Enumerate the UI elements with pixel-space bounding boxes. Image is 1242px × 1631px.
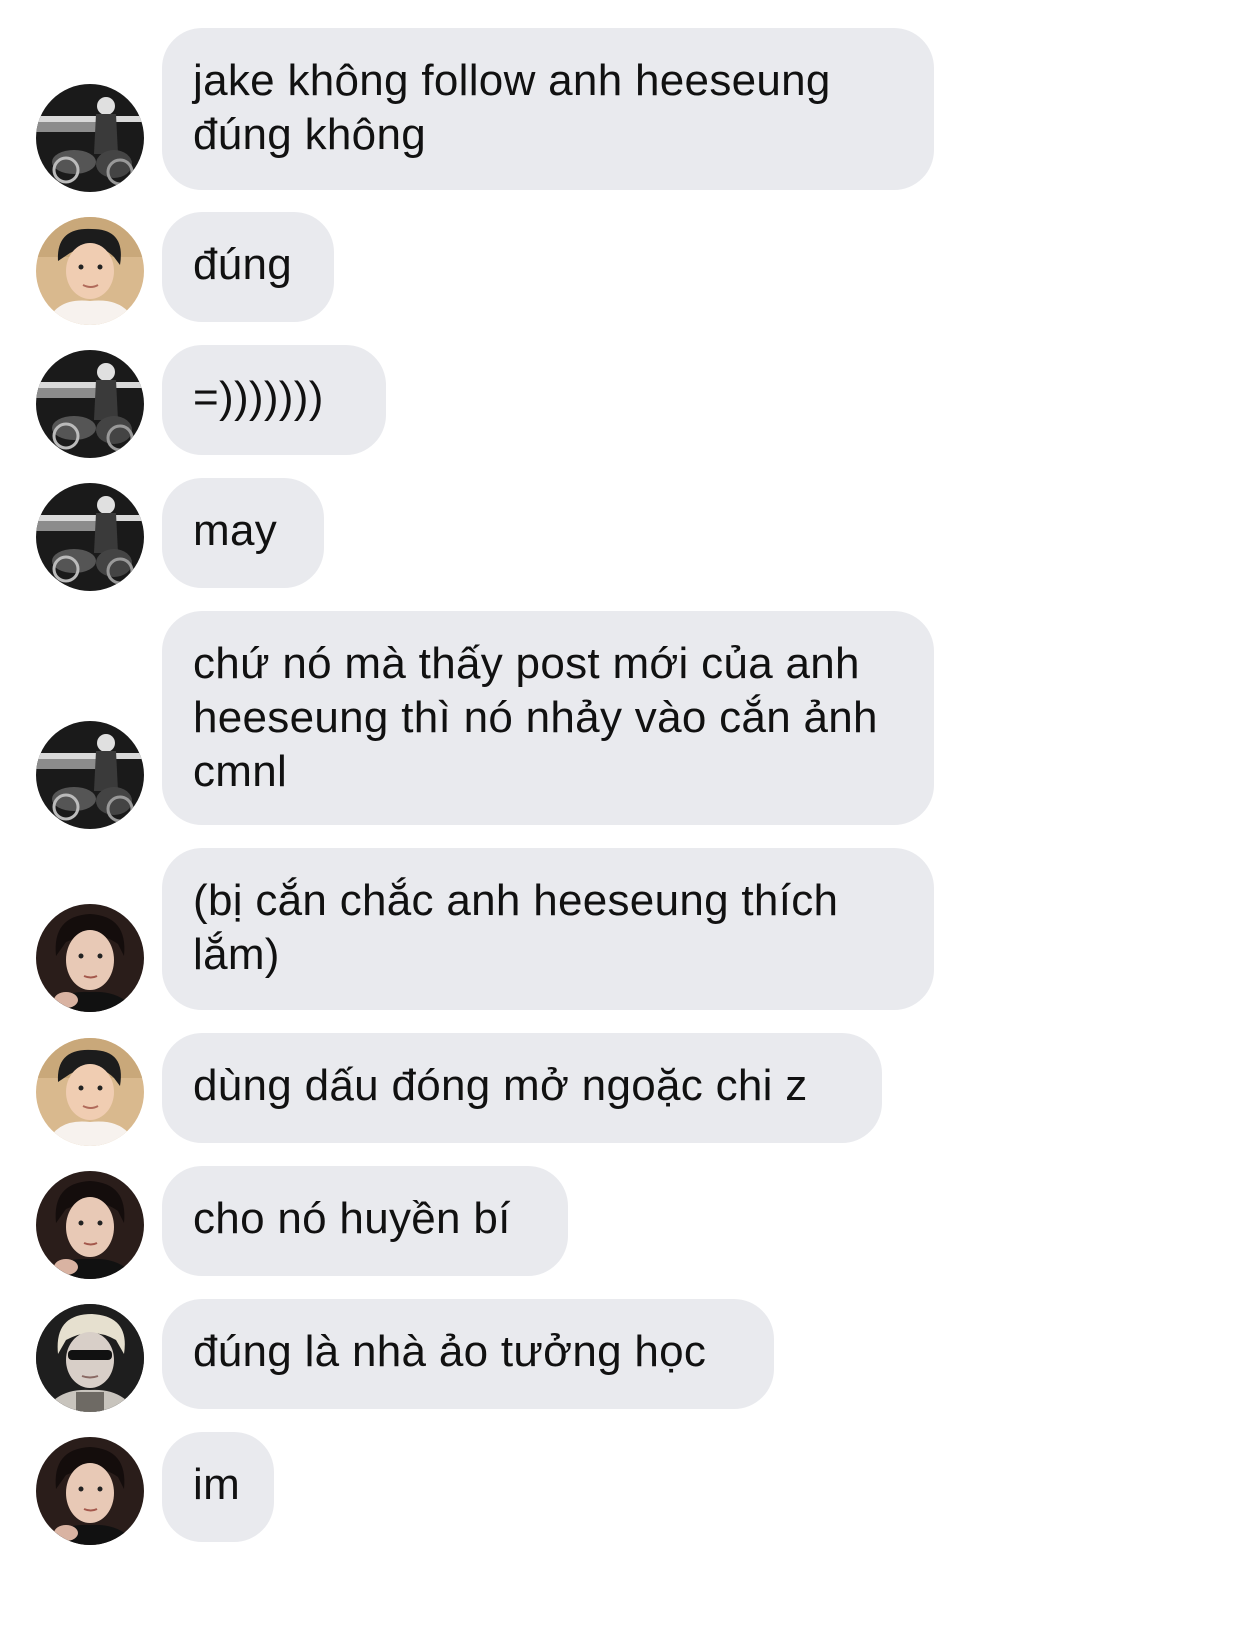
message-row: dùng dấu đóng mở ngoặc chi z [0, 1033, 1242, 1146]
avatar[interactable] [36, 217, 144, 325]
message-bubble[interactable]: jake không follow anh heeseung đúng khôn… [162, 28, 934, 190]
message-row: chứ nó mà thấy post mới của anh heeseung… [0, 611, 1242, 829]
avatar[interactable] [36, 84, 144, 192]
message-bubble[interactable]: đúng [162, 212, 334, 322]
avatar[interactable] [36, 483, 144, 591]
avatar-dark-portrait-icon [36, 904, 144, 1012]
avatar-bw-motorcycle-icon [36, 350, 144, 458]
message-bubble[interactable]: im [162, 1432, 274, 1542]
avatar-blond-sunglasses-icon [36, 1304, 144, 1412]
message-row: đúng là nhà ảo tưởng học [0, 1299, 1242, 1412]
message-row: (bị cắn chắc anh heeseung thích lắm) [0, 848, 1242, 1012]
message-bubble[interactable]: cho nó huyền bí [162, 1166, 568, 1276]
message-row: im [0, 1432, 1242, 1545]
message-bubble[interactable]: dùng dấu đóng mở ngoặc chi z [162, 1033, 882, 1143]
avatar[interactable] [36, 721, 144, 829]
message-row: may [0, 478, 1242, 591]
avatar-bw-motorcycle-icon [36, 483, 144, 591]
avatar[interactable] [36, 350, 144, 458]
message-bubble[interactable]: đúng là nhà ảo tưởng học [162, 1299, 774, 1409]
message-bubble[interactable]: may [162, 478, 324, 588]
avatar[interactable] [36, 904, 144, 1012]
message-row: jake không follow anh heeseung đúng khôn… [0, 28, 1242, 192]
avatar-dark-portrait-icon [36, 1171, 144, 1279]
avatar[interactable] [36, 1304, 144, 1412]
avatar[interactable] [36, 1437, 144, 1545]
message-row: đúng [0, 212, 1242, 325]
avatar-beach-boy-icon [36, 1038, 144, 1146]
message-bubble[interactable]: =))))))) [162, 345, 386, 455]
avatar-bw-motorcycle-icon [36, 84, 144, 192]
avatar[interactable] [36, 1038, 144, 1146]
avatar-beach-boy-icon [36, 217, 144, 325]
message-row: cho nó huyền bí [0, 1166, 1242, 1279]
avatar-dark-portrait-icon [36, 1437, 144, 1545]
message-bubble[interactable]: (bị cắn chắc anh heeseung thích lắm) [162, 848, 934, 1010]
avatar[interactable] [36, 1171, 144, 1279]
chat-thread: jake không follow anh heeseung đúng khôn… [0, 0, 1242, 1631]
message-bubble[interactable]: chứ nó mà thấy post mới của anh heeseung… [162, 611, 934, 825]
avatar-bw-motorcycle-icon [36, 721, 144, 829]
message-row: =))))))) [0, 345, 1242, 458]
